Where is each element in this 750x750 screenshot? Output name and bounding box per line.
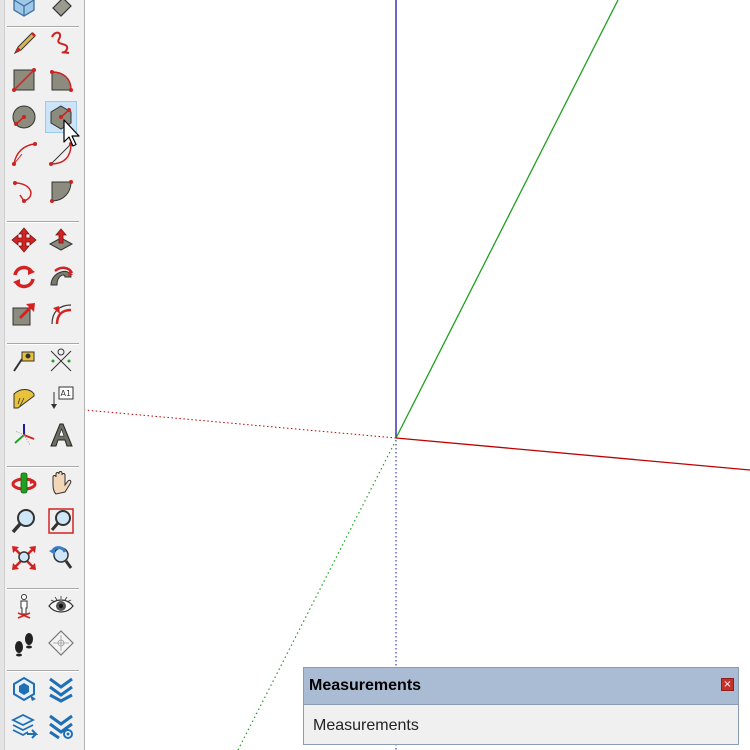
- tape-measure-icon: [13, 351, 35, 372]
- rotated-rectangle-icon: [50, 70, 73, 92]
- red-axis-positive: [395, 437, 750, 471]
- measurements-value-field[interactable]: Measurements: [304, 717, 419, 735]
- circle-tool-button[interactable]: [8, 101, 40, 133]
- follow-me-icon: [50, 266, 74, 286]
- zoom-extents-icon: [12, 546, 36, 570]
- orbit-icon: [11, 472, 37, 494]
- paint-bucket-tool-button[interactable]: [45, 0, 77, 20]
- toolbar-separator: [7, 670, 79, 672]
- tape-measure-tool-button[interactable]: [8, 345, 40, 377]
- 3d-text-tool-button[interactable]: [45, 419, 77, 451]
- paint-bucket-icon: [52, 0, 72, 17]
- layers-tool-button[interactable]: [8, 710, 40, 742]
- orbit-tool-button[interactable]: [8, 467, 40, 499]
- measurements-input-area[interactable]: Measurements: [304, 705, 738, 746]
- arc-tool-button[interactable]: [8, 138, 40, 170]
- rectangle-tool-button[interactable]: [8, 64, 40, 96]
- walk-tool-button[interactable]: [8, 627, 40, 659]
- measurements-panel: Measurements × Measurements: [303, 667, 739, 745]
- pan-icon: [52, 471, 72, 495]
- select-icon: [13, 0, 35, 17]
- move-icon: [11, 227, 37, 253]
- push-pull-tool-button[interactable]: [45, 224, 77, 256]
- previous-view-tool-button[interactable]: [45, 542, 77, 574]
- sandbox-tool-button[interactable]: [45, 673, 77, 705]
- walk-icon: [15, 633, 33, 657]
- toolbar-grip[interactable]: [0, 0, 5, 750]
- scale-icon: [12, 303, 35, 326]
- measurements-title-bar[interactable]: Measurements ×: [304, 668, 738, 705]
- sandbox-settings-tool-button[interactable]: [45, 710, 77, 742]
- rotate-tool-button[interactable]: [8, 261, 40, 293]
- section-plane-icon: [48, 630, 74, 656]
- freehand-tool-button[interactable]: [45, 27, 77, 59]
- offset-tool-button[interactable]: [45, 298, 77, 330]
- section-plane-tool-button[interactable]: [45, 627, 77, 659]
- zoom-extents-tool-button[interactable]: [8, 542, 40, 574]
- svg-text:A1: A1: [61, 389, 72, 398]
- rectangle-icon: [12, 68, 36, 92]
- toolbar-separator: [7, 221, 79, 223]
- sandbox-icon: [49, 677, 73, 703]
- 3d-text-icon: [50, 423, 73, 447]
- scale-tool-button[interactable]: [8, 298, 40, 330]
- protractor-tool-button[interactable]: [8, 382, 40, 414]
- red-axis-negative: [84, 409, 397, 439]
- pie-icon: [50, 180, 73, 203]
- zoom-window-icon: [48, 508, 74, 534]
- layers-icon: [10, 713, 38, 739]
- arc-icon: [12, 142, 37, 166]
- sandbox-settings-icon: [49, 714, 73, 740]
- axes-icon: [14, 424, 35, 446]
- rotated-rectangle-tool-button[interactable]: [45, 64, 77, 96]
- two-point-arc-tool-button[interactable]: [45, 138, 77, 170]
- line-tool-button[interactable]: [8, 27, 40, 59]
- text-label-icon: A1: [51, 386, 74, 409]
- measurements-title: Measurements: [309, 677, 422, 694]
- extension-warehouse-tool-button[interactable]: [8, 673, 40, 705]
- pan-tool-button[interactable]: [45, 467, 77, 499]
- previous-view-icon: [49, 546, 73, 569]
- move-tool-button[interactable]: [8, 224, 40, 256]
- zoom-window-tool-button[interactable]: [45, 505, 77, 537]
- three-point-arc-icon: [13, 181, 32, 203]
- freehand-icon: [51, 31, 70, 54]
- dimension-icon: [50, 348, 72, 372]
- three-point-arc-tool-button[interactable]: [8, 175, 40, 207]
- push-pull-icon: [48, 228, 74, 251]
- extension-warehouse-icon: [13, 676, 36, 702]
- green-axis-positive: [395, 0, 619, 439]
- offset-icon: [51, 304, 72, 325]
- axes-tool-button[interactable]: [8, 419, 40, 451]
- polygon-icon: [50, 105, 72, 130]
- select-tool-button[interactable]: [8, 0, 40, 20]
- look-around-icon: [48, 596, 74, 613]
- two-point-arc-icon: [49, 142, 73, 166]
- polygon-tool-button[interactable]: [45, 101, 77, 133]
- large-tool-set-toolbar: A1: [0, 0, 85, 750]
- rotate-icon: [13, 265, 35, 289]
- circle-icon: [12, 105, 36, 129]
- protractor-icon: [13, 389, 35, 409]
- position-camera-icon: [17, 594, 31, 619]
- zoom-tool-button[interactable]: [8, 505, 40, 537]
- pencil-line-icon: [13, 32, 36, 55]
- zoom-icon: [11, 509, 35, 534]
- pie-tool-button[interactable]: [45, 175, 77, 207]
- drawing-viewport[interactable]: [0, 0, 750, 750]
- close-icon[interactable]: ×: [721, 678, 734, 691]
- text-tool-button[interactable]: A1: [45, 382, 77, 414]
- dimension-tool-button[interactable]: [45, 345, 77, 377]
- position-camera-tool-button[interactable]: [8, 590, 40, 622]
- follow-me-tool-button[interactable]: [45, 261, 77, 293]
- look-around-tool-button[interactable]: [45, 590, 77, 622]
